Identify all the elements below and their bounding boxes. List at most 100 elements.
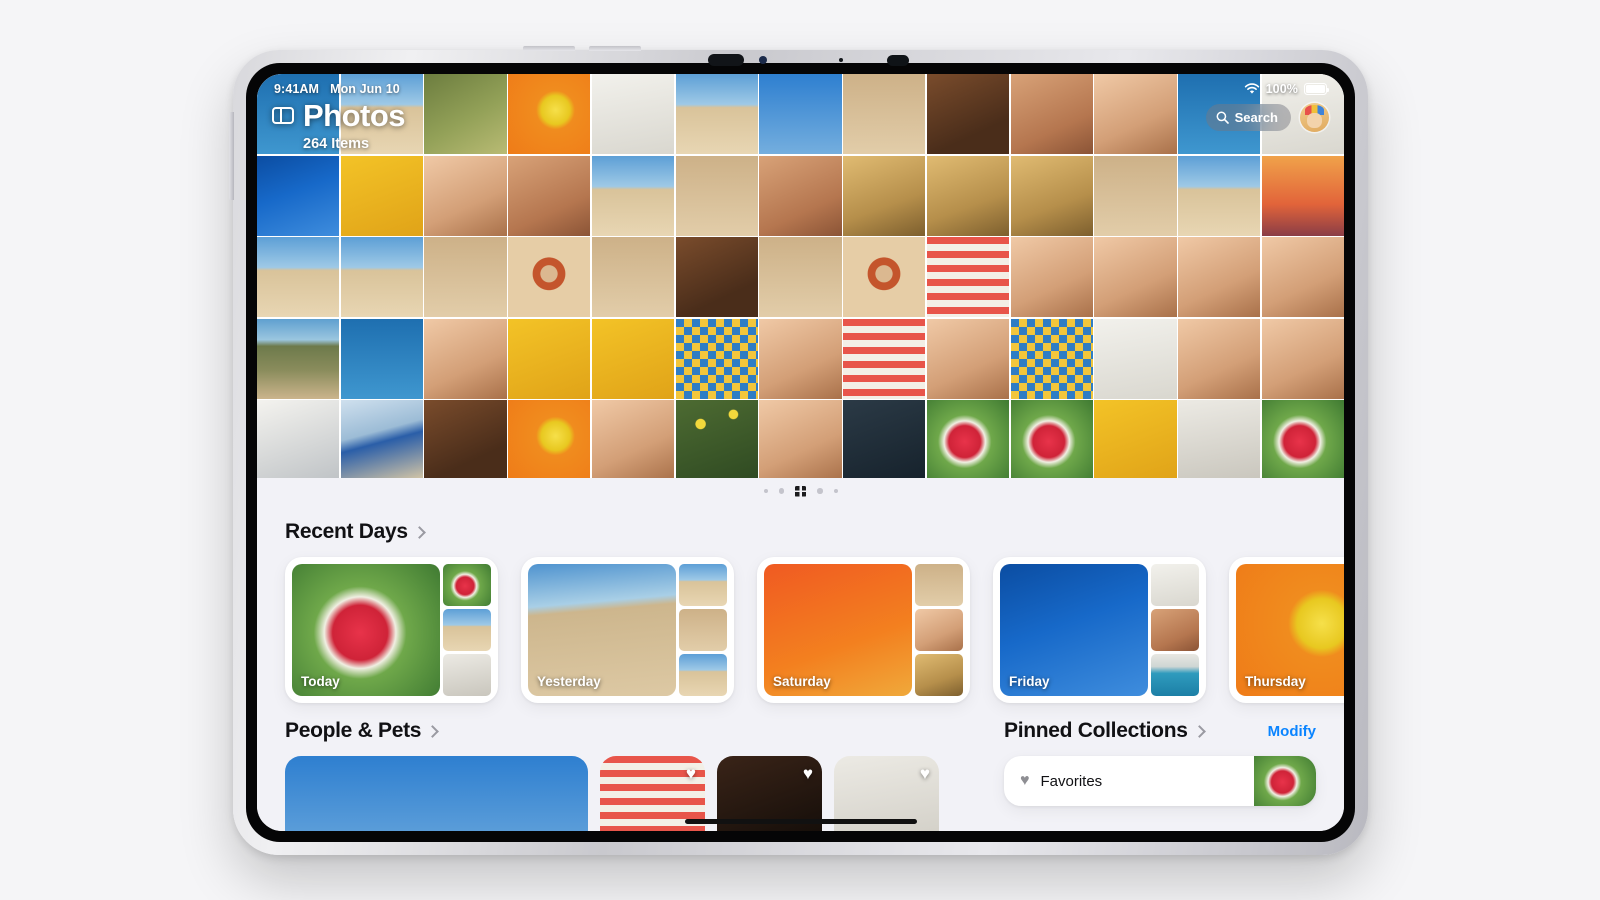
recent-day-main-photo[interactable]: Today bbox=[292, 564, 440, 696]
recent-day-thumbnails bbox=[443, 564, 491, 696]
photo-thumbnail[interactable] bbox=[1178, 237, 1261, 317]
photo-thumbnail[interactable] bbox=[591, 155, 675, 236]
photo-thumbnail[interactable] bbox=[843, 318, 926, 399]
photo-image bbox=[257, 400, 340, 478]
photo-thumbnail[interactable] bbox=[257, 155, 340, 236]
photo-thumbnail[interactable] bbox=[926, 155, 1010, 236]
photo-thumbnail[interactable] bbox=[1094, 400, 1177, 478]
pinned-collections-header[interactable]: Pinned Collections Modify bbox=[1004, 703, 1316, 756]
recent-day-thumbnail[interactable] bbox=[1151, 609, 1199, 651]
photo-thumbnail[interactable] bbox=[926, 400, 1010, 478]
photo-thumbnail[interactable] bbox=[424, 155, 507, 236]
photo-thumbnail[interactable] bbox=[508, 155, 591, 236]
photo-thumbnail[interactable] bbox=[424, 237, 507, 317]
recent-day-thumbnail[interactable] bbox=[1151, 654, 1199, 696]
photo-thumbnail[interactable] bbox=[675, 318, 758, 399]
photo-thumbnail[interactable] bbox=[591, 318, 675, 399]
recent-day-thumbnail[interactable] bbox=[443, 609, 491, 651]
photo-thumbnail[interactable] bbox=[257, 318, 340, 399]
photo-thumbnail[interactable] bbox=[675, 400, 758, 478]
recent-day-card[interactable]: Today bbox=[285, 557, 498, 703]
photo-thumbnail[interactable] bbox=[257, 237, 340, 317]
photo-thumbnail[interactable] bbox=[1261, 318, 1344, 399]
photo-thumbnail[interactable] bbox=[508, 400, 591, 478]
photo-thumbnail[interactable] bbox=[675, 237, 758, 317]
recent-days-header[interactable]: Recent Days bbox=[285, 504, 1316, 557]
recent-day-thumbnail[interactable] bbox=[915, 564, 963, 606]
photo-thumbnail[interactable] bbox=[257, 400, 340, 478]
photo-thumbnail[interactable] bbox=[843, 155, 926, 236]
recent-day-card[interactable]: Friday bbox=[993, 557, 1206, 703]
photo-thumbnail[interactable] bbox=[843, 237, 926, 317]
recent-day-thumbnail[interactable] bbox=[915, 609, 963, 651]
search-button[interactable]: Search bbox=[1205, 104, 1291, 131]
photo-thumbnail[interactable] bbox=[1010, 155, 1093, 236]
pinned-collections-card[interactable]: ♥ Favorites bbox=[1004, 756, 1316, 806]
content-scroll-area[interactable]: Recent Days Today Yesterday Saturday Friday… bbox=[257, 504, 1344, 831]
photo-thumbnail[interactable] bbox=[1178, 400, 1261, 478]
power-button[interactable] bbox=[229, 112, 234, 200]
photo-thumbnail[interactable] bbox=[843, 400, 926, 478]
photo-thumbnail[interactable] bbox=[1178, 155, 1261, 236]
photo-thumbnail[interactable] bbox=[1178, 318, 1261, 399]
volume-up-button[interactable] bbox=[523, 46, 575, 51]
recent-day-thumbnail[interactable] bbox=[1151, 564, 1199, 606]
photo-thumbnail[interactable] bbox=[926, 318, 1010, 399]
pinned-collection-thumbnail[interactable] bbox=[1254, 756, 1316, 806]
recent-day-main-photo[interactable]: Yesterday bbox=[528, 564, 676, 696]
recent-day-card[interactable]: Saturday bbox=[757, 557, 970, 703]
page-indicator[interactable] bbox=[257, 478, 1344, 504]
recent-day-main-photo[interactable]: Friday bbox=[1000, 564, 1148, 696]
photo-thumbnail[interactable] bbox=[759, 155, 842, 236]
recent-day-card[interactable]: Thursday bbox=[1229, 557, 1344, 703]
sidebar-toggle-icon[interactable] bbox=[272, 107, 294, 124]
pinned-collection-row[interactable]: ♥ Favorites bbox=[1004, 756, 1316, 806]
photo-thumbnail[interactable] bbox=[1261, 237, 1344, 317]
photo-thumbnail[interactable] bbox=[759, 318, 842, 399]
home-indicator[interactable] bbox=[684, 819, 917, 824]
photo-thumbnail[interactable] bbox=[1010, 400, 1093, 478]
people-and-pets-section: People & Pets ♥ ♥ ♥ bbox=[285, 703, 976, 831]
photo-thumbnail[interactable] bbox=[340, 400, 423, 478]
photo-thumbnail[interactable] bbox=[591, 400, 675, 478]
photo-thumbnail[interactable] bbox=[675, 155, 758, 236]
page-indicator-dot[interactable] bbox=[817, 488, 823, 494]
photo-thumbnail[interactable] bbox=[340, 155, 423, 236]
photo-thumbnail[interactable] bbox=[508, 318, 591, 399]
modify-button[interactable]: Modify bbox=[1268, 723, 1316, 740]
recent-day-card[interactable]: Yesterday bbox=[521, 557, 734, 703]
page-indicator-dot[interactable] bbox=[763, 489, 768, 493]
photo-thumbnail[interactable] bbox=[508, 237, 591, 317]
page-indicator-grid-icon[interactable] bbox=[795, 485, 806, 497]
photo-thumbnail[interactable] bbox=[424, 318, 507, 399]
recent-days-strip[interactable]: Today Yesterday Saturday Friday Thursday bbox=[285, 557, 1344, 703]
photo-thumbnail[interactable] bbox=[926, 237, 1010, 317]
recent-day-thumbnail[interactable] bbox=[443, 564, 491, 606]
photo-thumbnail[interactable] bbox=[1261, 155, 1344, 236]
photo-thumbnail[interactable] bbox=[340, 237, 423, 317]
recent-day-main-photo[interactable]: Saturday bbox=[764, 564, 912, 696]
page-indicator-dot[interactable] bbox=[778, 488, 784, 494]
photo-thumbnail[interactable] bbox=[1010, 318, 1093, 399]
page-indicator-dot[interactable] bbox=[833, 489, 838, 493]
recent-day-thumbnail[interactable] bbox=[679, 564, 727, 606]
photo-thumbnail[interactable] bbox=[424, 400, 507, 478]
recent-day-thumbnail[interactable] bbox=[679, 609, 727, 651]
people-and-pets-header[interactable]: People & Pets bbox=[285, 703, 976, 756]
recent-day-thumbnail[interactable] bbox=[915, 654, 963, 696]
photo-thumbnail[interactable] bbox=[1261, 400, 1344, 478]
account-avatar[interactable] bbox=[1300, 103, 1329, 132]
photo-thumbnail[interactable] bbox=[1094, 237, 1177, 317]
recent-day-thumbnail[interactable] bbox=[679, 654, 727, 696]
photo-thumbnail[interactable] bbox=[591, 237, 675, 317]
photo-thumbnail[interactable] bbox=[759, 400, 842, 478]
people-pet-card[interactable] bbox=[285, 756, 588, 831]
recent-day-main-photo[interactable]: Thursday bbox=[1236, 564, 1344, 696]
photo-thumbnail[interactable] bbox=[1094, 318, 1177, 399]
photo-thumbnail[interactable] bbox=[1094, 155, 1177, 236]
photo-thumbnail[interactable] bbox=[1010, 237, 1093, 317]
photo-thumbnail[interactable] bbox=[759, 237, 842, 317]
photo-thumbnail[interactable] bbox=[340, 318, 423, 399]
volume-down-button[interactable] bbox=[589, 46, 641, 51]
recent-day-thumbnail[interactable] bbox=[443, 654, 491, 696]
